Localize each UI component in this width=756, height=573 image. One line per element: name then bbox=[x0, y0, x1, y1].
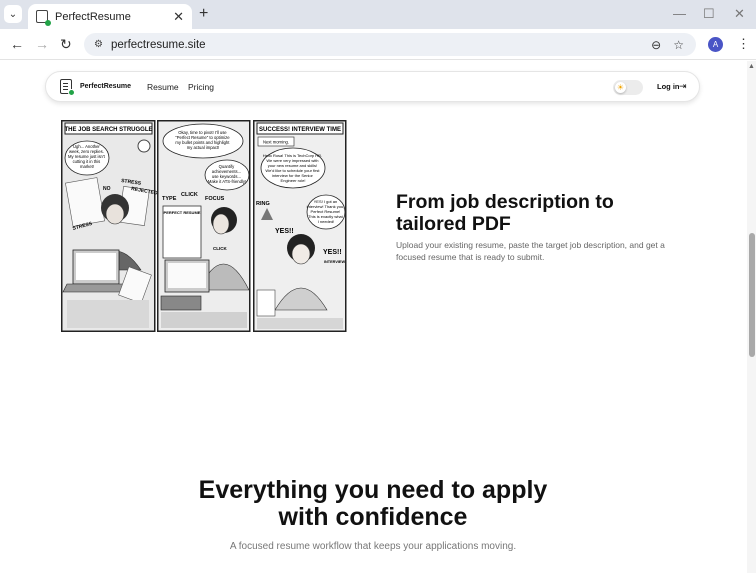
nav-link-pricing[interactable]: Pricing bbox=[188, 82, 214, 92]
nav-link-resume[interactable]: Resume bbox=[147, 82, 179, 92]
url-text[interactable]: perfectresume.site bbox=[111, 39, 651, 51]
comic-strip-art: THE JOB SEARCH STRUGGLE Ugh... Another w… bbox=[61, 120, 347, 332]
login-button[interactable]: Log in bbox=[657, 82, 680, 91]
panel3-sfx: INTERVIEW bbox=[324, 260, 345, 264]
panel3-sfx: RING bbox=[256, 201, 270, 207]
site-navbar: PerfectResume Resume Pricing ☀ Log in ⇥ bbox=[45, 71, 700, 102]
zoom-icon[interactable]: ⊖ bbox=[651, 38, 661, 52]
features-title-line: Everything you need to apply bbox=[198, 476, 548, 504]
back-icon[interactable]: ← bbox=[10, 36, 24, 52]
scrollbar-thumb[interactable] bbox=[749, 233, 755, 357]
kebab-icon[interactable]: ⋮ bbox=[737, 36, 750, 52]
panel2-sfx: CLICK bbox=[213, 246, 227, 251]
panel3-bubble2-line: I needed! bbox=[318, 219, 335, 224]
features-title: Everything you need to apply with confid… bbox=[150, 477, 596, 531]
panel1-bubble-line: market! bbox=[80, 164, 94, 169]
panel1-title: THE JOB SEARCH STRUGGLE bbox=[64, 127, 152, 133]
logo-check-badge bbox=[68, 89, 75, 96]
panel3-sfx: YES!! bbox=[323, 249, 342, 256]
site-controls-icon[interactable]: ⚙ bbox=[94, 39, 103, 50]
scroll-up-arrow-icon[interactable]: ▲ bbox=[748, 63, 755, 70]
new-tab-button[interactable]: + bbox=[199, 5, 208, 23]
reload-icon[interactable]: ↻ bbox=[60, 36, 72, 53]
panel3-bubble-line: Engineer role! bbox=[281, 178, 306, 183]
hero-subtitle: Upload your existing resume, paste the t… bbox=[396, 240, 665, 262]
panel3-sfx: YES!! bbox=[275, 228, 294, 235]
panel2-document-title: PERFECT RESUME bbox=[164, 210, 201, 215]
panel3-title: SUCCESS! INTERVIEW TIME bbox=[259, 127, 341, 133]
tab-title: PerfectResume bbox=[55, 10, 131, 23]
hero-title: From job description to tailored PDF bbox=[396, 191, 696, 235]
tab-strip: ⌄ PerfectResume ✕ + — ☐ ✕ bbox=[0, 0, 756, 29]
panel2-sfx: TYPE bbox=[162, 196, 177, 202]
login-arrow-icon[interactable]: ⇥ bbox=[679, 81, 687, 92]
window-close-icon[interactable]: ✕ bbox=[734, 6, 745, 22]
profile-avatar[interactable]: A bbox=[708, 37, 723, 52]
hero-title-line: From job description to bbox=[396, 191, 614, 213]
close-icon[interactable]: ✕ bbox=[173, 9, 184, 25]
chevron-down-icon[interactable]: ⌄ bbox=[4, 5, 22, 23]
sun-icon: ☀ bbox=[615, 82, 626, 93]
panel1-sfx: NO bbox=[103, 186, 111, 192]
address-bar-row: ← → ↻ ⚙ perfectresume.site ⊖ ☆ A ⋮ bbox=[0, 29, 756, 60]
star-icon[interactable]: ☆ bbox=[673, 38, 684, 52]
features-subtitle: A focused resume workflow that keeps you… bbox=[229, 541, 517, 552]
panel2-bubble-line: my actual impact! bbox=[187, 145, 220, 150]
omnibox[interactable]: ⚙ perfectresume.site ⊖ ☆ bbox=[84, 33, 696, 56]
hero-title-line: tailored PDF bbox=[396, 213, 511, 235]
theme-toggle[interactable]: ☀ bbox=[613, 80, 643, 95]
favicon-icon bbox=[36, 10, 51, 26]
panel2-bubble2-line: Make it ATS-friendly! bbox=[208, 179, 246, 184]
brand-name[interactable]: PerfectResume bbox=[80, 83, 131, 90]
minimize-icon[interactable]: — bbox=[673, 6, 686, 21]
panel2-sfx: CLICK bbox=[181, 192, 198, 198]
maximize-icon[interactable]: ☐ bbox=[703, 6, 715, 22]
features-title-line: with confidence bbox=[278, 503, 468, 531]
page-viewport: PerfectResume Resume Pricing ☀ Log in ⇥ … bbox=[0, 61, 747, 573]
forward-icon[interactable]: → bbox=[35, 36, 49, 52]
browser-tab[interactable]: PerfectResume ✕ bbox=[28, 4, 192, 29]
panel3-caption: Next morning. bbox=[263, 140, 289, 145]
panel2-sfx: FOCUS bbox=[205, 196, 225, 202]
comic-illustration: THE JOB SEARCH STRUGGLE Ugh... Another w… bbox=[61, 120, 347, 332]
